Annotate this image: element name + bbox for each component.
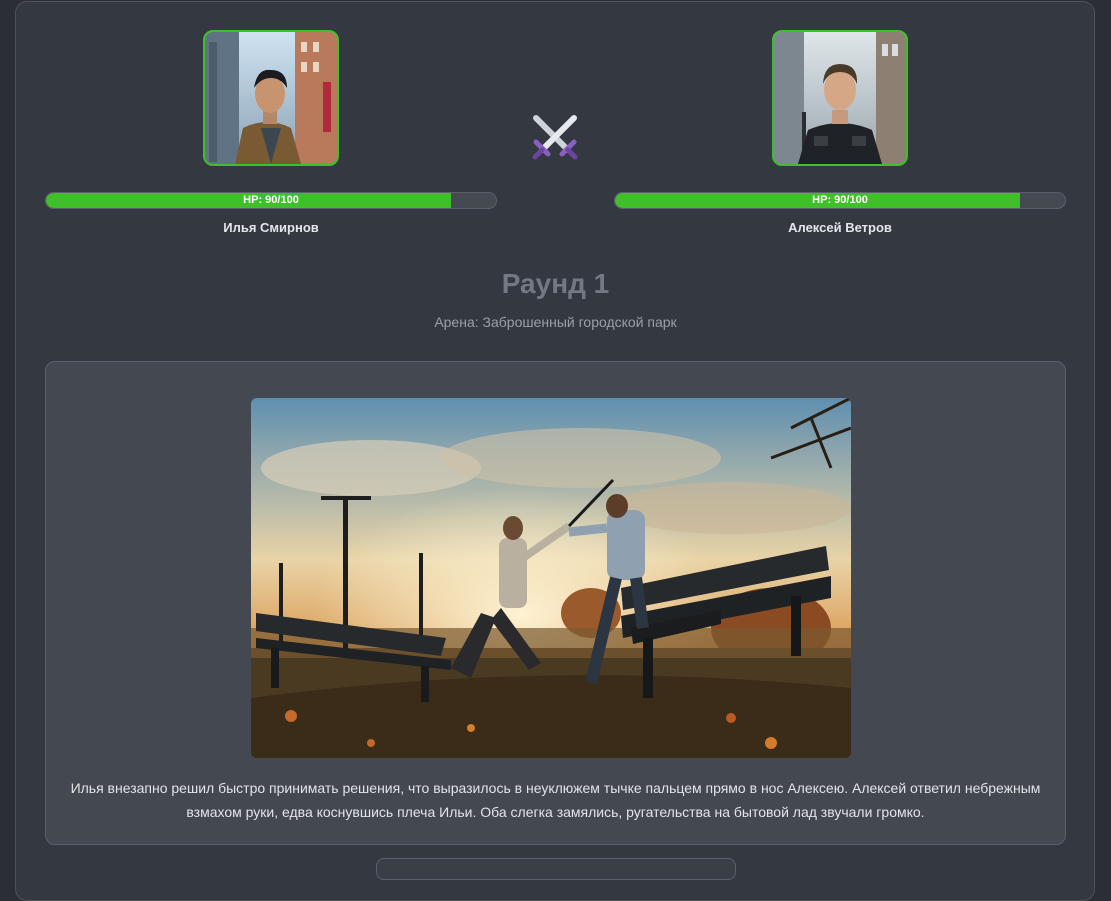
round-scene-image bbox=[251, 398, 851, 758]
fighter-left-avatar bbox=[203, 30, 339, 166]
arena-label: Арена: Заброшенный городской парк bbox=[434, 314, 677, 330]
round-title: Раунд 1 bbox=[501, 268, 610, 299]
fighter-left-hp-text: HP: 90/100 bbox=[243, 194, 299, 206]
fighter-right-name: Алексей Ветров bbox=[788, 220, 892, 235]
round-scene-card: Илья внезапно решил быстро принимать реш… bbox=[45, 361, 1066, 845]
fighter-right-hp-bar: HP: 90/100 bbox=[614, 192, 1066, 209]
next-round-button[interactable] bbox=[376, 858, 736, 880]
fighter-right-hp-text: HP: 90/100 bbox=[812, 194, 868, 206]
fighter-left-hp-bar: HP: 90/100 bbox=[45, 192, 497, 209]
fighter-right-avatar bbox=[772, 30, 908, 166]
crossed-swords-icon bbox=[528, 110, 582, 164]
round-narration: Илья внезапно решил быстро принимать реш… bbox=[70, 780, 1041, 820]
fighter-left-name: Илья Смирнов bbox=[223, 220, 319, 235]
